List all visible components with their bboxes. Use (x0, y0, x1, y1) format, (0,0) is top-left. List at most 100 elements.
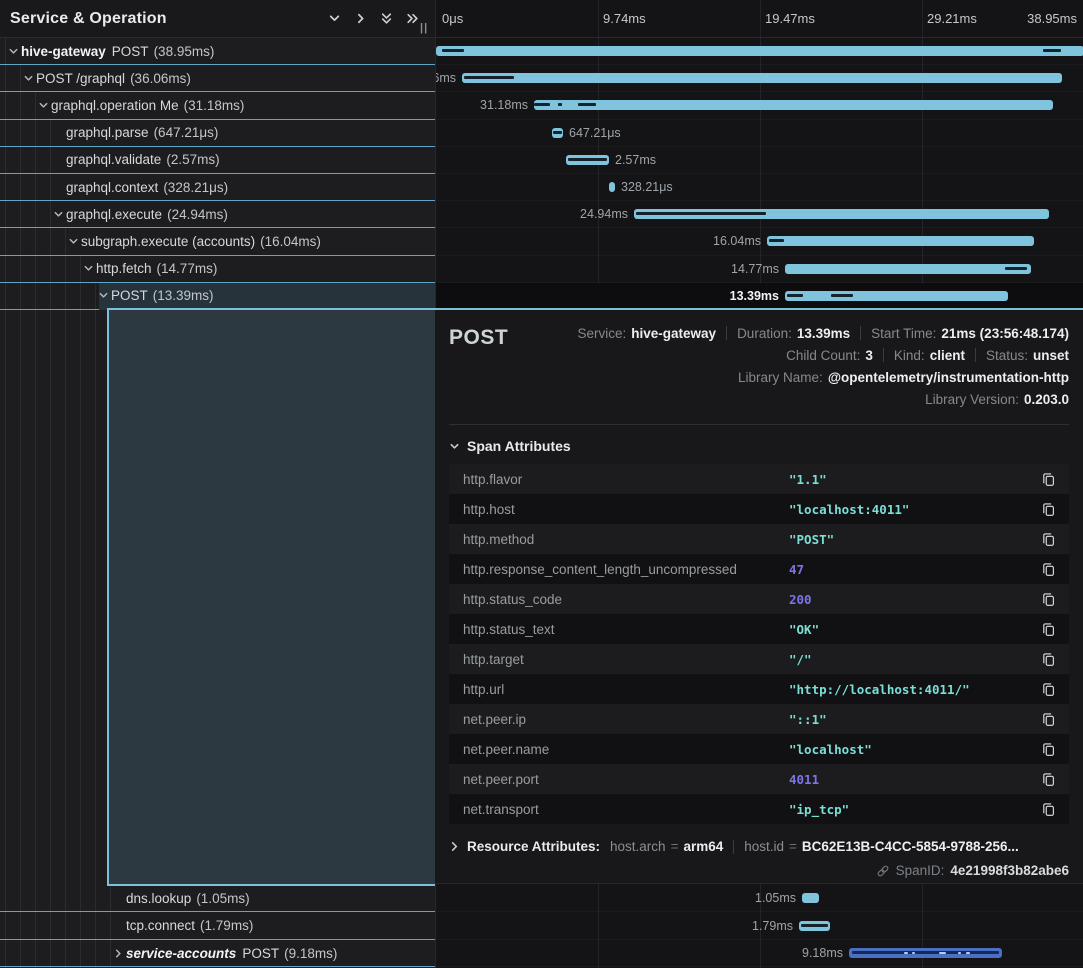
indent-guide (80, 309, 81, 968)
copy-button[interactable] (1039, 620, 1057, 638)
span-row[interactable]: POST(13.39ms) (0, 283, 435, 310)
attribute-row[interactable]: http.flavor"1.1" (449, 464, 1069, 494)
attribute-value: "/" (789, 652, 1039, 667)
collapse-all-icon[interactable] (373, 8, 399, 30)
detail-meta: Service:hive-gatewayDuration:13.39msStar… (577, 322, 1069, 410)
copy-button[interactable] (1039, 740, 1057, 758)
column-resizer-handle[interactable]: || (420, 22, 428, 34)
indent-guide (35, 228, 36, 254)
copy-button[interactable] (1039, 530, 1057, 548)
span-row[interactable]: POST /graphql(36.06ms) (0, 65, 435, 92)
meta-label: Library Version: (925, 392, 1019, 407)
copy-button[interactable] (1039, 680, 1057, 698)
span-bar[interactable] (767, 236, 1034, 246)
span-bar[interactable] (802, 893, 819, 903)
attribute-row[interactable]: http.status_code200 (449, 584, 1069, 614)
chevron-down-icon[interactable] (53, 209, 66, 220)
timeline-row: 9.18ms (436, 940, 1083, 967)
attribute-row[interactable]: net.peer.ip"::1" (449, 704, 1069, 734)
copy-button[interactable] (1039, 710, 1057, 728)
indent-guide (35, 309, 36, 968)
copy-button[interactable] (1039, 500, 1057, 518)
attribute-row[interactable]: net.transport"ip_tcp" (449, 794, 1069, 824)
detail-meta-line: Library Version:0.203.0 (925, 388, 1069, 410)
span-bar[interactable] (609, 182, 615, 192)
chevron-right-icon[interactable] (347, 8, 373, 30)
chevron-down-icon[interactable] (68, 236, 81, 247)
span-row[interactable]: subgraph.execute (accounts)(16.04ms) (0, 228, 435, 255)
span-row[interactable]: service-accountsPOST(9.18ms) (0, 940, 435, 967)
span-row[interactable]: graphql.parse(647.21μs) (0, 120, 435, 147)
attribute-row[interactable]: net.peer.name"localhost" (449, 734, 1069, 764)
copy-button[interactable] (1039, 470, 1057, 488)
indent-guide (5, 309, 6, 968)
indent-guide (80, 913, 81, 939)
span-row[interactable]: hive-gatewayPOST(38.95ms) (0, 38, 435, 65)
span-bar[interactable] (436, 46, 1083, 56)
chevron-down-icon[interactable] (98, 290, 111, 301)
attribute-row[interactable]: http.method"POST" (449, 524, 1069, 554)
meta-divider (860, 326, 861, 340)
indent-guide (5, 228, 6, 254)
link-icon[interactable] (876, 864, 890, 878)
timeline-row: 36.06ms (436, 65, 1083, 92)
chevron-down-icon[interactable] (321, 8, 347, 30)
chevron-down-icon[interactable] (23, 73, 36, 84)
attribute-key: http.host (463, 502, 789, 517)
duration-label: 24.94ms (580, 201, 628, 228)
copy-button[interactable] (1039, 590, 1057, 608)
span-row[interactable]: graphql.operation Me(31.18ms) (0, 92, 435, 119)
span-bar[interactable] (799, 921, 830, 931)
span-bar[interactable] (534, 100, 1053, 110)
span-bar[interactable] (785, 264, 1031, 274)
operation-name: POST /graphql (36, 71, 125, 86)
span-row[interactable]: graphql.execute(24.94ms) (0, 201, 435, 228)
copy-icon (1041, 532, 1056, 547)
span-bar[interactable] (552, 128, 563, 138)
span-bar[interactable] (785, 291, 1008, 301)
span-row-content: graphql.operation Me(31.18ms) (38, 98, 244, 113)
chevron-right-icon[interactable] (113, 948, 126, 959)
copy-button[interactable] (1039, 650, 1057, 668)
span-bar[interactable] (566, 155, 609, 165)
copy-button[interactable] (1039, 560, 1057, 578)
resource-key: host.id (744, 839, 784, 854)
equals-sign: = (671, 839, 679, 854)
detail-divider (449, 424, 1069, 425)
attribute-row[interactable]: http.target"/" (449, 644, 1069, 674)
span-duration: (1.05ms) (196, 891, 249, 906)
span-row[interactable]: dns.lookup(1.05ms) (0, 885, 435, 912)
attribute-row[interactable]: http.url"http://localhost:4011/" (449, 674, 1069, 704)
span-bar[interactable] (634, 209, 1049, 219)
chevron-down-icon[interactable] (83, 263, 96, 274)
timeline-row: 14.77ms (436, 256, 1083, 283)
indent-guide (80, 885, 81, 911)
chevron-down-icon[interactable] (38, 100, 51, 111)
span-attributes-header[interactable]: Span Attributes (449, 438, 1069, 454)
attribute-row[interactable]: http.response_content_length_uncompresse… (449, 554, 1069, 584)
duration-label: 14.77ms (731, 256, 779, 283)
attribute-row[interactable]: http.host"localhost:4011" (449, 494, 1069, 524)
span-row[interactable]: graphql.context(328.21μs) (0, 174, 435, 201)
span-duration: (16.04ms) (260, 234, 321, 249)
span-attributes-title: Span Attributes (467, 438, 571, 454)
span-bar[interactable] (849, 948, 1002, 958)
trace-viewer: 0μs9.74ms19.47ms29.21ms38.95ms 36.06ms31… (0, 0, 1083, 968)
chevron-down-icon[interactable] (8, 46, 21, 57)
span-bar[interactable] (462, 73, 1062, 83)
resource-attributes-header[interactable]: Resource Attributes: host.arch=arm64host… (449, 839, 1069, 854)
copy-button[interactable] (1039, 770, 1057, 788)
indent-guide (65, 940, 66, 966)
copy-button[interactable] (1039, 800, 1057, 818)
tick-label: 0μs (442, 0, 463, 38)
indent-guide (80, 283, 81, 309)
equals-sign: = (789, 839, 797, 854)
span-row-content: subgraph.execute (accounts)(16.04ms) (68, 234, 321, 249)
attribute-row[interactable]: net.peer.port4011 (449, 764, 1069, 794)
span-row[interactable]: http.fetch(14.77ms) (0, 256, 435, 283)
attribute-row[interactable]: http.status_text"OK" (449, 614, 1069, 644)
meta-value: hive-gateway (631, 326, 716, 341)
span-row[interactable]: graphql.validate(2.57ms) (0, 147, 435, 174)
tick-label: 19.47ms (765, 0, 815, 38)
span-row[interactable]: tcp.connect(1.79ms) (0, 913, 435, 940)
